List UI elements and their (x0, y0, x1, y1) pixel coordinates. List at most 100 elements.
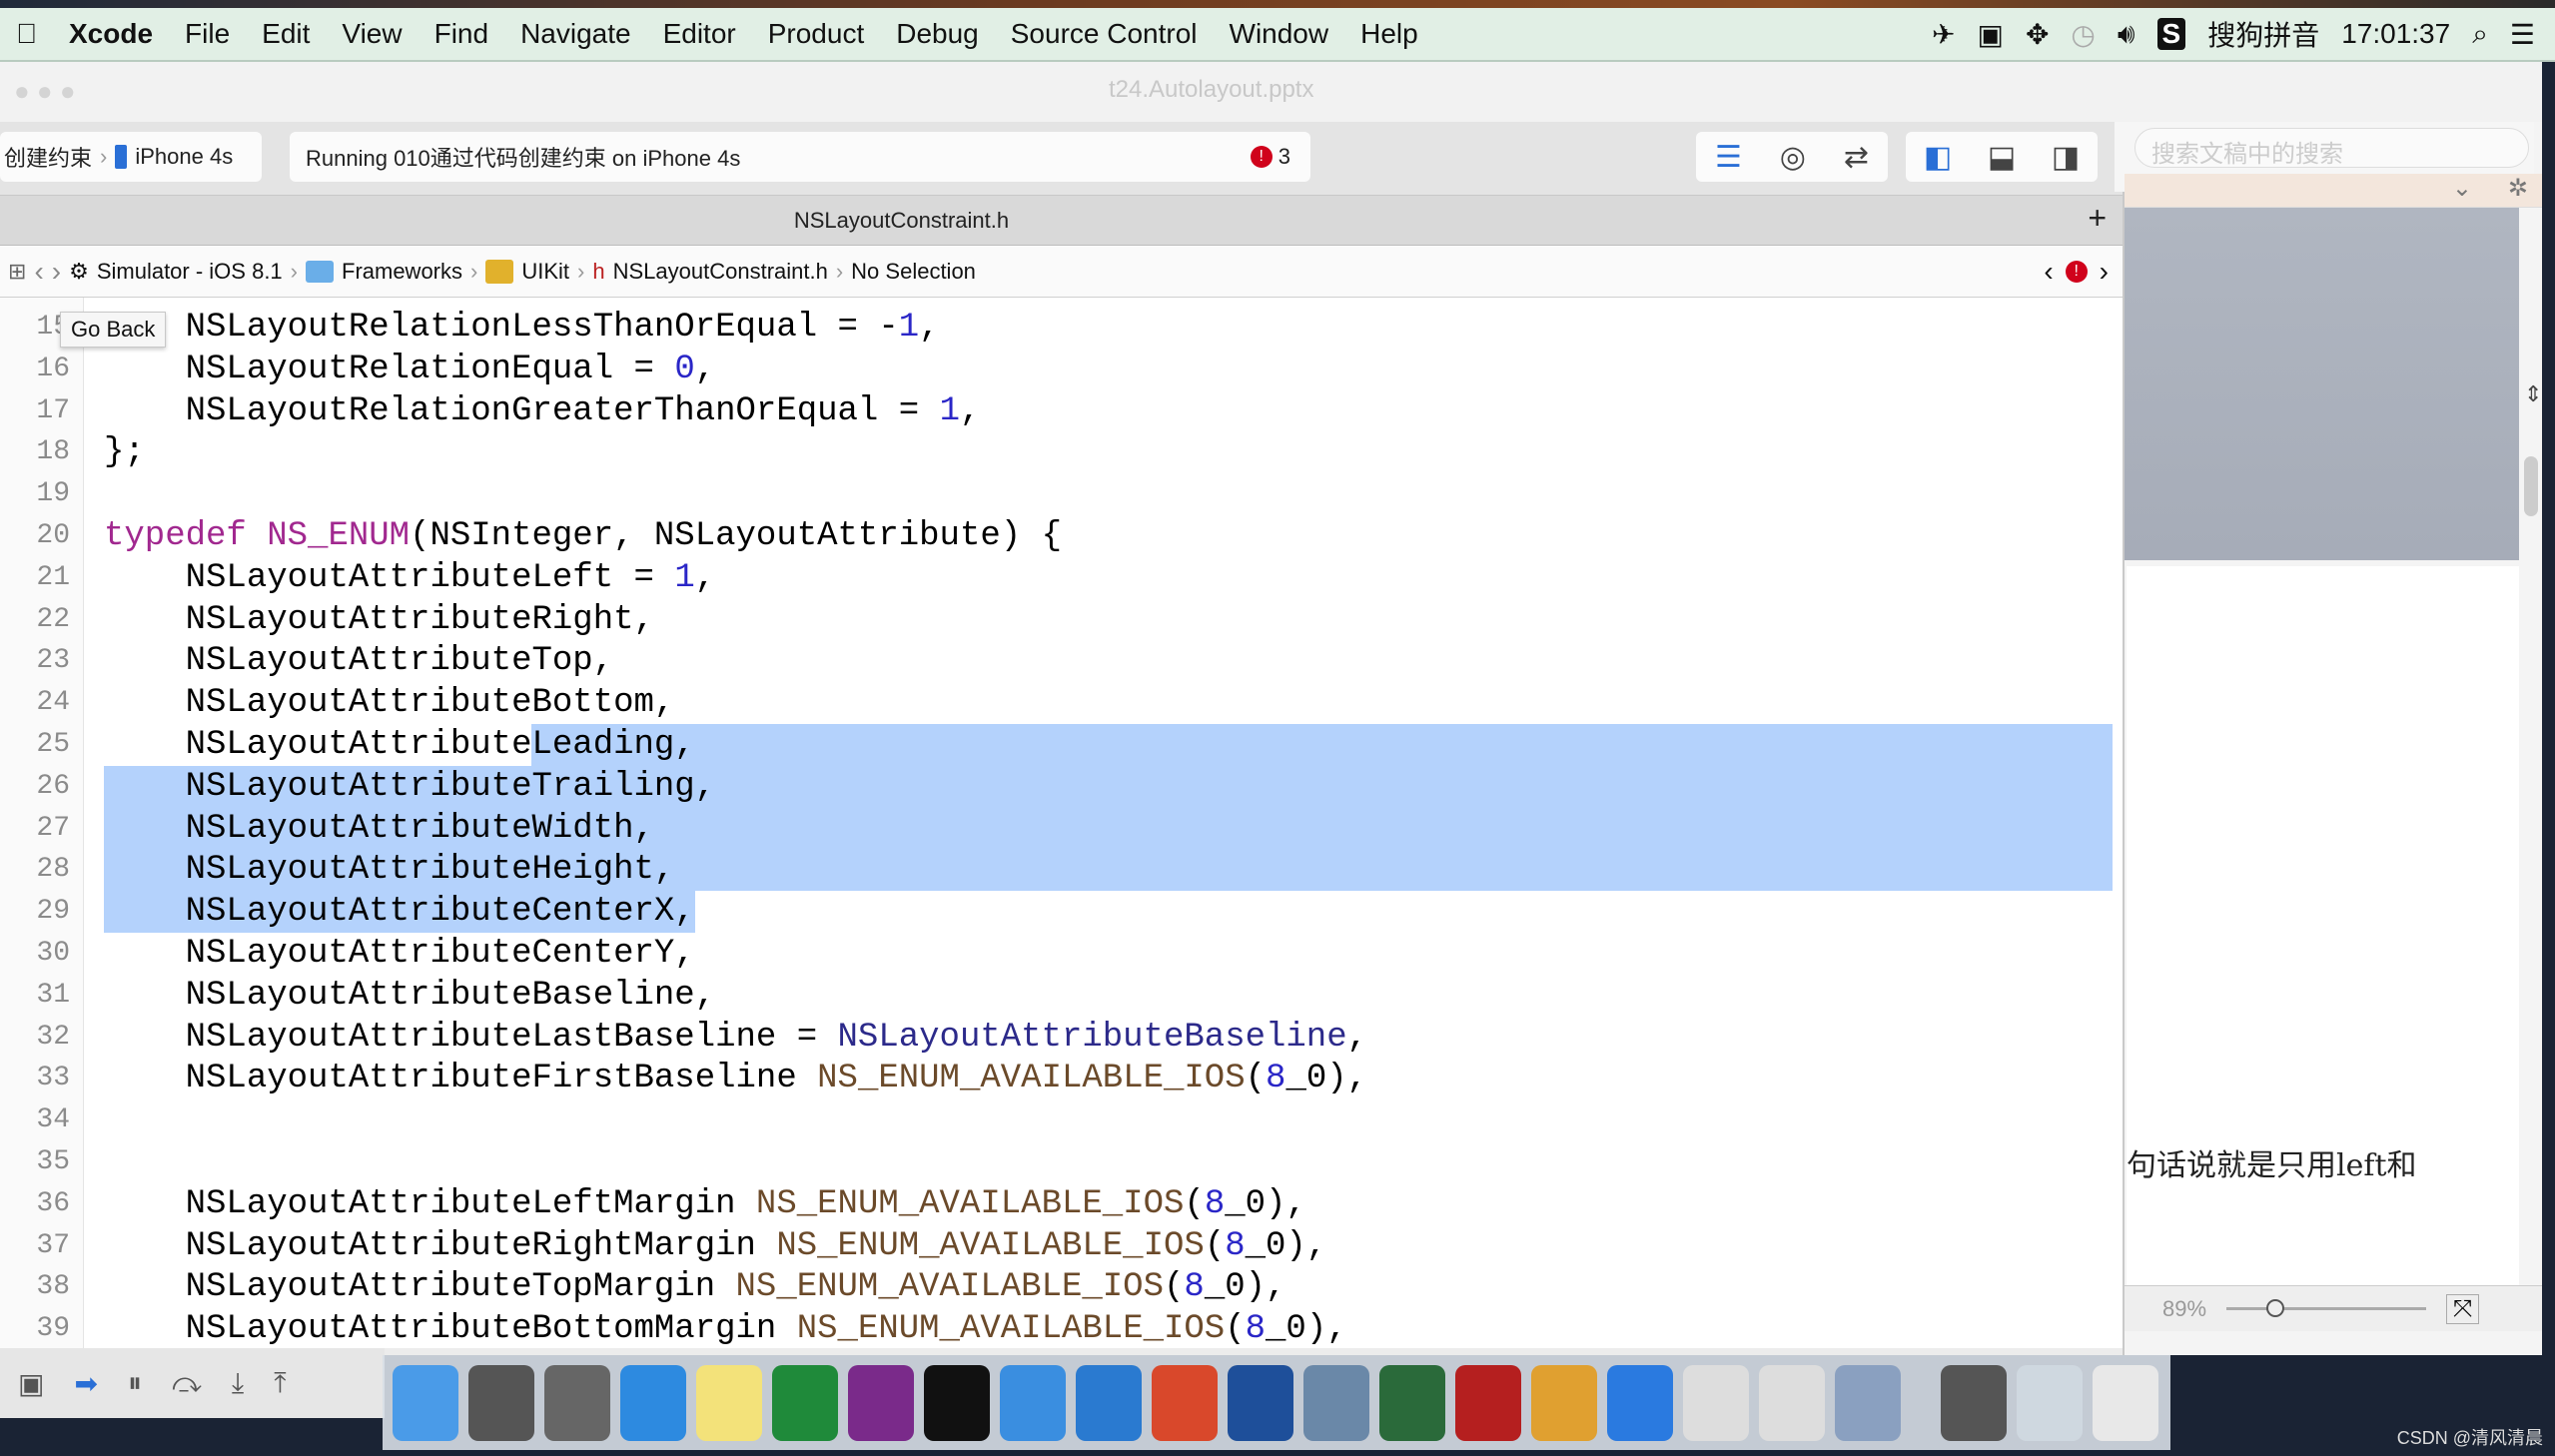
jump-uikit[interactable]: UIKit (521, 259, 569, 285)
preview-icon[interactable] (1076, 1364, 1142, 1441)
airplane-icon[interactable]: ✈ (1932, 18, 1955, 51)
step-out-icon[interactable]: ⤒ (274, 1367, 286, 1400)
notes-icon[interactable] (696, 1364, 762, 1441)
go-forward-button[interactable]: › (52, 256, 61, 288)
excel-icon[interactable] (772, 1364, 838, 1441)
code-line: 15 NSLayoutRelationLessThanOrEqual = -1, (0, 307, 2123, 349)
code-text: NSLayoutAttributeWidth, (185, 809, 654, 848)
code-text: NSLayoutAttributeTop, (185, 642, 614, 681)
time-machine-icon[interactable]: ◷ (2071, 18, 2095, 51)
photo-viewer-icon[interactable] (1303, 1364, 1369, 1441)
code-line: 23 NSLayoutAttributeTop, (0, 640, 2123, 682)
fit-to-window-icon[interactable]: ⤧ (2446, 1293, 2480, 1324)
finder-icon[interactable] (393, 1364, 458, 1441)
menu-help[interactable]: Help (1344, 18, 1434, 50)
launchpad-icon[interactable] (544, 1364, 610, 1441)
code-line: 36 NSLayoutAttributeLeftMargin NS_ENUM_A… (0, 1183, 2123, 1225)
version-editor-icon[interactable]: ⇄ (1844, 140, 1869, 175)
navigator-toggle-icon[interactable]: ◧ (1924, 140, 1952, 175)
assistant-editor-icon[interactable]: ◎ (1780, 140, 1806, 175)
line-number: 27 (36, 812, 70, 844)
volume-icon[interactable]: 🔊︎ (2118, 18, 2135, 51)
tab-nslayoutconstraint[interactable]: NSLayoutConstraint.h (794, 208, 1009, 234)
pause-icon[interactable]: ⏸ (128, 1367, 142, 1400)
search-icon[interactable]: ⌕ (2472, 18, 2488, 51)
error-badge[interactable]: ! 3 (1250, 144, 1290, 170)
activity-view: Running 010通过代码创建约束 on iPhone 4s ! 3 (290, 132, 1310, 182)
window-controls[interactable]: ● ● ● (14, 76, 76, 107)
font-b-icon[interactable] (1759, 1364, 1825, 1441)
onenote-icon[interactable] (848, 1364, 914, 1441)
menu-debug[interactable]: Debug (880, 18, 995, 50)
document-search-input[interactable]: 搜索文稿中的搜索 (2134, 128, 2529, 168)
code-line: 24 NSLayoutAttributeBottom, (0, 682, 2123, 724)
gear-icon[interactable]: ✲ (2508, 174, 2528, 203)
jump-selection[interactable]: No Selection (851, 259, 976, 285)
menu-app[interactable]: Xcode (53, 18, 169, 50)
time-machine-icon[interactable] (1379, 1364, 1445, 1441)
disk-utility-icon[interactable] (1835, 1364, 1901, 1441)
resize-arrows-icon[interactable]: ⇕ (2524, 381, 2542, 407)
code-line: 19 (0, 473, 2123, 515)
next-issue-button[interactable]: › (2100, 256, 2109, 288)
breakpoints-icon[interactable]: ➡ (74, 1367, 97, 1400)
scissors-icon[interactable] (1228, 1364, 1293, 1441)
menu-window[interactable]: Window (1214, 18, 1345, 50)
jump-file[interactable]: NSLayoutConstraint.h (613, 259, 828, 285)
hide-debug-area-icon[interactable]: ▣ (18, 1367, 44, 1400)
sketch-icon[interactable] (1531, 1364, 1597, 1441)
go-back-button[interactable]: ‹ (34, 256, 43, 288)
slide-thumbnail[interactable] (2125, 208, 2519, 560)
list-icon[interactable]: ☰ (2510, 18, 2535, 51)
jump-frameworks[interactable]: Frameworks (342, 259, 462, 285)
related-items-icon[interactable]: ⊞ (8, 259, 26, 285)
jump-simulator[interactable]: Simulator - iOS 8.1 (97, 259, 283, 285)
preview-2-icon[interactable] (2017, 1364, 2083, 1441)
trash-icon[interactable] (2093, 1364, 2158, 1441)
issue-icon[interactable]: ! (2065, 260, 2088, 283)
notes-area[interactable]: 句话说就是只用left和 (2127, 566, 2519, 1285)
filezilla-icon[interactable] (1455, 1364, 1521, 1441)
utilities-toggle-icon[interactable]: ◨ (2052, 140, 2080, 175)
menu-edit[interactable]: Edit (246, 18, 326, 50)
debug-area-toggle-icon[interactable]: ⬓ (1988, 140, 2016, 175)
add-tab-icon[interactable]: + (2088, 200, 2107, 237)
camera-icon[interactable]: ▣ (1977, 18, 2003, 51)
scheme-selector[interactable]: 创建约束 › iPhone 4s (0, 132, 262, 182)
chevron-down-icon[interactable]: ⌄ (2452, 174, 2472, 203)
safari-icon[interactable] (620, 1364, 686, 1441)
menu-product[interactable]: Product (752, 18, 881, 50)
powerpoint-icon[interactable] (1152, 1364, 1218, 1441)
line-number: 30 (36, 938, 70, 969)
line-number: 33 (36, 1063, 70, 1094)
code-text: NSLayoutRelationEqual = 0, (185, 350, 716, 388)
previous-issue-button[interactable]: ‹ (2044, 256, 2053, 288)
menu-navigate[interactable]: Navigate (504, 18, 647, 50)
ime-icon[interactable]: S (2156, 18, 2186, 50)
clock[interactable]: 17:01:37 (2341, 18, 2450, 50)
device-icon (115, 145, 128, 169)
zoom-slider[interactable] (2226, 1299, 2427, 1317)
menu-find[interactable]: Find (419, 18, 504, 50)
move-icon[interactable]: ✥ (2026, 18, 2049, 51)
font-a-icon[interactable] (1683, 1364, 1749, 1441)
title-bar: ● ● ● t24.Autolayout.pptx (0, 62, 2542, 122)
apple-icon[interactable]:  (0, 18, 53, 50)
menu-view[interactable]: View (326, 18, 418, 50)
menu-source-control[interactable]: Source Control (995, 18, 1214, 50)
word-icon[interactable] (1607, 1364, 1673, 1441)
standard-editor-icon[interactable]: ☰ (1715, 140, 1742, 175)
xcode-icon[interactable] (1000, 1364, 1066, 1441)
step-over-icon[interactable]: ⤼ (172, 1367, 202, 1400)
screenshot-icon[interactable] (1941, 1364, 2007, 1441)
terminal-icon[interactable] (924, 1364, 990, 1441)
scrollbar[interactable] (2524, 456, 2538, 516)
system-preferences-icon[interactable] (468, 1364, 534, 1441)
menu-editor[interactable]: Editor (647, 18, 752, 50)
source-editor[interactable]: 15 NSLayoutRelationLessThanOrEqual = -1,… (0, 298, 2123, 1348)
line-number: 19 (36, 478, 70, 510)
ime-label[interactable]: 搜狗拼音 (2207, 14, 2319, 54)
menu-file[interactable]: File (169, 18, 246, 50)
step-into-icon[interactable]: ⤓ (232, 1367, 244, 1400)
code-text: NSLayoutRelationLessThanOrEqual = -1, (185, 309, 940, 347)
